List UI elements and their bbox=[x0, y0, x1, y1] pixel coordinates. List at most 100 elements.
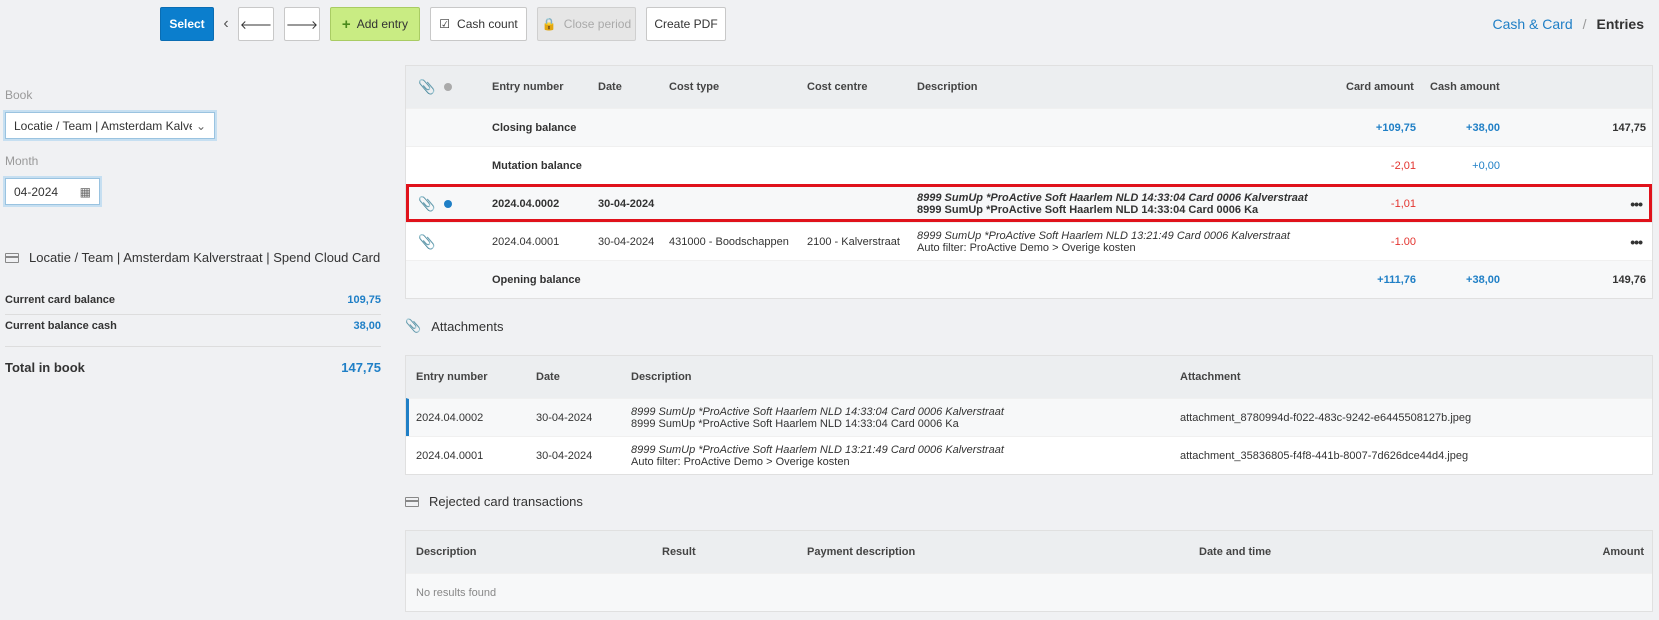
opening-cash-amount: +38,00 bbox=[1466, 273, 1500, 286]
close-period-label: Close period bbox=[563, 17, 632, 31]
arrow-left-icon: 🡐 bbox=[239, 17, 273, 32]
paperclip-icon: 📎 bbox=[405, 318, 422, 333]
create-pdf-button[interactable]: Create PDF bbox=[646, 7, 726, 41]
attachment-file[interactable]: attachment_8780994d-f022-483c-9242-e6445… bbox=[1180, 412, 1471, 424]
closing-total: 147,75 bbox=[1612, 121, 1646, 134]
cash-count-button[interactable]: ☑ Cash count bbox=[430, 7, 527, 41]
add-entry-button[interactable]: + Add entry bbox=[330, 7, 420, 41]
card-icon bbox=[405, 496, 419, 507]
col-card-amount[interactable]: Card amount bbox=[1346, 81, 1414, 93]
col-date-time[interactable]: Date and time bbox=[1199, 546, 1271, 558]
calendar-icon[interactable]: ▦ bbox=[80, 185, 91, 199]
entry-date: 30-04-2024 bbox=[598, 235, 655, 248]
col-cost-centre[interactable]: Cost centre bbox=[807, 81, 868, 93]
card-balance-label: Current card balance bbox=[5, 294, 116, 306]
attachment-file[interactable]: attachment_35836805-f4f8-441b-8007-7d626… bbox=[1180, 450, 1468, 462]
more-options-icon[interactable]: ••• bbox=[1630, 234, 1643, 250]
status-dot-icon bbox=[444, 199, 452, 208]
col-date[interactable]: Date bbox=[598, 81, 622, 93]
divider bbox=[5, 314, 381, 315]
total-value: 147,75 bbox=[341, 360, 381, 375]
close-period-button[interactable]: 🔒 Close period bbox=[537, 7, 636, 41]
col-attachment[interactable]: Attachment bbox=[1180, 371, 1241, 383]
select-button[interactable]: Select bbox=[160, 7, 214, 41]
col-description[interactable]: Description bbox=[631, 371, 692, 383]
col-description[interactable]: Description bbox=[416, 546, 477, 558]
arrow-right-icon: 🡒 bbox=[285, 17, 319, 32]
mutation-card-amount: -2,01 bbox=[1390, 159, 1416, 172]
more-options-icon[interactable]: ••• bbox=[1630, 196, 1643, 212]
table-row[interactable]: 2024.04.0001 30-04-2024 8999 SumUp *ProA… bbox=[406, 436, 1652, 474]
toolbar: Select ‹ 🡐 🡒 + Add entry ☑ Cash count 🔒 Clo… bbox=[160, 7, 726, 41]
breadcrumb-cash-card[interactable]: Cash & Card bbox=[1492, 16, 1572, 32]
col-cost-type[interactable]: Cost type bbox=[669, 81, 719, 93]
col-payment-description[interactable]: Payment description bbox=[807, 546, 915, 558]
total-label: Total in book bbox=[5, 360, 85, 375]
col-amount[interactable]: Amount bbox=[1602, 546, 1644, 558]
attachment-entry-number: 2024.04.0002 bbox=[416, 411, 484, 424]
opening-card-amount: +111,76 bbox=[1377, 273, 1416, 286]
rejected-title-text: Rejected card transactions bbox=[429, 494, 583, 509]
col-date[interactable]: Date bbox=[536, 371, 560, 383]
chevron-left-icon[interactable]: ‹ bbox=[214, 15, 238, 33]
next-button[interactable]: 🡒 bbox=[284, 7, 320, 41]
rejected-header: Description Result Payment description D… bbox=[406, 531, 1652, 573]
month-label: Month bbox=[5, 154, 39, 168]
closing-balance-row: Closing balance +109,75 +38,00 147,75 bbox=[406, 108, 1652, 146]
col-entry-number[interactable]: Entry number bbox=[416, 371, 488, 383]
paperclip-icon[interactable]: 📎 bbox=[418, 195, 435, 212]
plus-icon: + bbox=[341, 15, 351, 33]
attachments-title-text: Attachments bbox=[431, 318, 504, 334]
entry-cost-type: 431000 - Boodschappen bbox=[669, 235, 789, 248]
opening-balance-row: Opening balance +111,76 +38,00 149,76 bbox=[406, 260, 1652, 298]
cash-count-label: Cash count bbox=[457, 17, 518, 31]
col-cash-amount[interactable]: Cash amount bbox=[1430, 81, 1500, 93]
opening-balance-label: Opening balance bbox=[492, 273, 581, 286]
entry-date: 30-04-2024 bbox=[598, 197, 655, 210]
card-balance-value: 109,75 bbox=[347, 294, 381, 306]
col-result[interactable]: Result bbox=[662, 546, 696, 558]
table-row[interactable]: 2024.04.0002 30-04-2024 8999 SumUp *ProA… bbox=[406, 398, 1652, 436]
add-entry-label: Add entry bbox=[356, 17, 409, 31]
empty-row: No results found bbox=[406, 573, 1652, 611]
breadcrumb-separator: / bbox=[1582, 16, 1587, 32]
entry-description-line2: Auto filter: ProActive Demo > Overige ko… bbox=[917, 241, 1136, 254]
entry-description: 8999 SumUp *ProActive Soft Haarlem NLD 1… bbox=[917, 192, 1308, 216]
book-label: Book bbox=[5, 88, 33, 102]
table-row[interactable]: 📎 2024.04.0002 30-04-2024 8999 SumUp *Pr… bbox=[406, 184, 1652, 222]
table-row[interactable]: 📎 2024.04.0001 30-04-2024 431000 - Boods… bbox=[406, 222, 1652, 260]
entry-card-amount: -1,01 bbox=[1390, 197, 1416, 210]
entry-number: 2024.04.0002 bbox=[492, 197, 560, 210]
card-icon bbox=[5, 252, 19, 263]
book-title-text: Locatie / Team | Amsterdam Kalverstraat … bbox=[29, 250, 381, 265]
entry-number: 2024.04.0001 bbox=[492, 235, 560, 248]
month-input[interactable]: 04-2024 ▦ bbox=[5, 178, 100, 205]
attachment-description: 8999 SumUp *ProActive Soft Haarlem NLD 1… bbox=[631, 406, 1004, 430]
attachments-table: Entry number Date Description Attachment… bbox=[405, 355, 1653, 475]
cash-balance-label: Current balance cash bbox=[5, 320, 117, 332]
opening-total: 149,76 bbox=[1612, 273, 1646, 286]
attachment-description: 8999 SumUp *ProActive Soft Haarlem NLD 1… bbox=[631, 444, 1004, 468]
mutation-balance-row: Mutation balance -2,01 +0,00 bbox=[406, 146, 1652, 184]
lock-icon: 🔒 bbox=[541, 17, 557, 31]
attachment-description-line1: 8999 SumUp *ProActive Soft Haarlem NLD 1… bbox=[631, 405, 1004, 418]
paperclip-icon: 📎 bbox=[418, 78, 436, 95]
attachment-entry-number: 2024.04.0001 bbox=[416, 449, 484, 462]
entry-description-line1: 8999 SumUp *ProActive Soft Haarlem NLD 1… bbox=[917, 191, 1308, 204]
rejected-table: Description Result Payment description D… bbox=[405, 530, 1653, 612]
book-select[interactable]: Locatie / Team | Amsterdam Kalverstraat … bbox=[5, 112, 215, 139]
breadcrumb-entries: Entries bbox=[1596, 16, 1644, 32]
entry-description-line2: 8999 SumUp *ProActive Soft Haarlem NLD 1… bbox=[917, 203, 1259, 216]
book-title: Locatie / Team | Amsterdam Kalverstraat … bbox=[5, 250, 380, 265]
previous-button[interactable]: 🡐 bbox=[238, 7, 274, 41]
col-description[interactable]: Description bbox=[917, 81, 978, 93]
closing-balance-label: Closing balance bbox=[492, 121, 577, 134]
attachment-description-line2: Auto filter: ProActive Demo > Overige ko… bbox=[631, 455, 850, 468]
entry-description-line1: 8999 SumUp *ProActive Soft Haarlem NLD 1… bbox=[917, 229, 1290, 242]
closing-cash-amount: +38,00 bbox=[1466, 121, 1500, 134]
mutation-balance-label: Mutation balance bbox=[492, 159, 582, 172]
entries-header: 📎 Entry number Date Cost type Cost centr… bbox=[406, 66, 1652, 108]
col-entry-number[interactable]: Entry number bbox=[492, 81, 564, 93]
divider bbox=[5, 346, 381, 347]
paperclip-icon[interactable]: 📎 bbox=[418, 233, 435, 250]
